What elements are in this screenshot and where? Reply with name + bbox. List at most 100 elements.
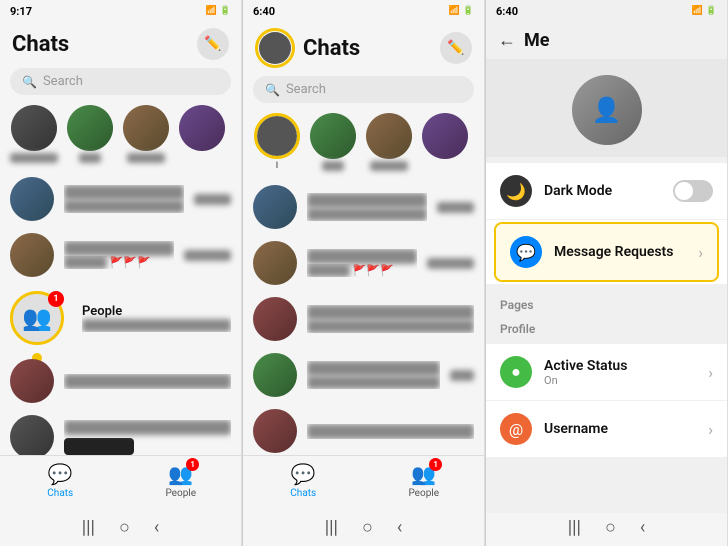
avatar-item[interactable]: JXNMNN4K bbox=[10, 105, 58, 163]
chat-avatar bbox=[253, 297, 297, 341]
people-highlight-circle: 👥 1 bbox=[10, 291, 64, 345]
home-btn-3[interactable]: ○ bbox=[605, 517, 616, 538]
me-title: Me bbox=[524, 30, 549, 51]
username-label: Username bbox=[544, 421, 696, 437]
menu-btn-1[interactable]: ||| bbox=[82, 517, 95, 538]
panel-2: 6:40 📶🔋 Chats ✏️ 🔍 Search I bbox=[243, 0, 485, 546]
menu-btn-3[interactable]: ||| bbox=[568, 517, 581, 538]
back-btn-1[interactable]: ‹ bbox=[154, 517, 159, 538]
home-btn-1[interactable]: ○ bbox=[119, 517, 130, 538]
status-bar-2: 6:40 📶🔋 bbox=[243, 0, 484, 22]
avatar-item[interactable]: I bbox=[253, 113, 301, 171]
page-title-1: Chats bbox=[12, 32, 69, 57]
chat-name: Moocan Dlycn bbox=[64, 185, 184, 200]
chat-item[interactable]: Jernnnl Wnlb bbox=[0, 353, 241, 409]
avatar-item[interactable]: MHHNN4 bbox=[122, 105, 170, 163]
search-bar-1[interactable]: 🔍 Search bbox=[10, 68, 231, 95]
chat-content: DBKEZZA WANNAK Your uney nnne bbox=[307, 361, 440, 389]
header-1: Chats ✏️ bbox=[0, 22, 241, 64]
avatar-item[interactable] bbox=[178, 105, 226, 163]
people-item[interactable]: 👥 1 People AK bbox=[0, 283, 241, 353]
edit-icon[interactable]: ✏️ bbox=[197, 28, 229, 60]
chat-meta: 11 BA.MM bbox=[184, 250, 231, 261]
chat-avatar bbox=[10, 177, 54, 221]
chat-item[interactable]: Jarnnlnh Dnnlnllo Jnrnnlnh 🚩🚩🚩 11 BA.MM bbox=[243, 235, 484, 291]
chat-avatar bbox=[253, 185, 297, 229]
people-text: People bbox=[82, 304, 231, 319]
back-arrow[interactable]: ← bbox=[498, 30, 516, 51]
chat-preview: You: I pod some... bbox=[307, 208, 427, 221]
page-title-2: Chats bbox=[303, 36, 360, 61]
nav-bar-3: ||| ○ ‹ bbox=[486, 513, 727, 546]
avatar-item[interactable] bbox=[421, 113, 469, 171]
username-text: Username bbox=[544, 421, 696, 437]
header-avatar-ring bbox=[255, 28, 295, 68]
time-1: 9:17 bbox=[10, 5, 32, 18]
pages-section-label: Pages bbox=[486, 290, 727, 314]
chat-item[interactable]: Moocan Dlycn You: I pod some... 1:01 PM bbox=[0, 171, 241, 227]
search-bar-2[interactable]: 🔍 Search bbox=[253, 76, 474, 103]
header-2: Chats ✏️ bbox=[243, 22, 484, 72]
chat-meta: 411'2 bbox=[450, 370, 474, 381]
people-nav-badge-2: 1 bbox=[429, 458, 442, 471]
people-icon: 👥 1 bbox=[168, 462, 193, 486]
avatar-3 bbox=[123, 105, 169, 151]
message-requests-item[interactable]: 💬 Message Requests › bbox=[494, 222, 719, 282]
header-icons-1: ✏️ bbox=[197, 28, 229, 60]
chat-item[interactable]: Jernnnl Wnlb bbox=[243, 403, 484, 455]
panel-3: 6:40 📶🔋 ← Me 👤 🌙 Dark Mode 💬 Message Re bbox=[486, 0, 728, 546]
nav-bar-1: ||| ○ ‹ bbox=[0, 513, 241, 546]
nav-people-label-2: People bbox=[408, 488, 439, 499]
nav-chats-label-1: Chats bbox=[47, 488, 73, 499]
chat-item[interactable]: Moocan Dlycn You: I pod some... 1:01 PM bbox=[243, 179, 484, 235]
nav-chats-2[interactable]: 💬 Chats bbox=[243, 462, 364, 499]
avatar-item[interactable]: TMIN bbox=[66, 105, 114, 163]
chat-content: Jarnnlnh Dnnlnllo Jnrnnlnh 🚩🚩🚩 bbox=[307, 249, 417, 277]
avatar-label-2: TMIN bbox=[79, 153, 101, 163]
people-sub: AK bbox=[82, 319, 231, 332]
username-icon: @ bbox=[500, 413, 532, 445]
chat-item[interactable]: Ucnlce Layder YUL 🔴 6UI bbox=[243, 291, 484, 347]
nav-people-2[interactable]: 👥 1 People bbox=[364, 462, 485, 499]
panel-1: 9:17 📶🔋 Chats ✏️ 🔍 Search JXNMNN4K TMIN … bbox=[0, 0, 242, 546]
active-status-label: Active Status bbox=[544, 358, 696, 374]
chat-list-1: Moocan Dlycn You: I pod some... 1:01 PM … bbox=[0, 171, 241, 455]
edit-icon-2[interactable]: ✏️ bbox=[440, 32, 472, 64]
avatar-item[interactable]: TMIN bbox=[309, 113, 357, 171]
chat-item[interactable]: Timothy Alnlt IRAP ARAY bbox=[0, 409, 241, 455]
avatar-r2 bbox=[310, 113, 356, 159]
chevron-right-icon-2: › bbox=[708, 363, 713, 382]
chat-avatar bbox=[253, 353, 297, 397]
chat-item[interactable]: DBKEZZA WANNAK Your uney nnne 411'2 bbox=[243, 347, 484, 403]
search-icon-1: 🔍 bbox=[22, 75, 37, 89]
avatar-label-3: MHHNN4 bbox=[127, 153, 166, 163]
active-status-item[interactable]: ● Active Status On › bbox=[486, 344, 727, 401]
back-btn-2[interactable]: ‹ bbox=[397, 517, 402, 538]
header-avatar-container bbox=[255, 28, 295, 68]
people-badge: 1 bbox=[48, 291, 64, 307]
avatar-item[interactable]: MHHNN4 bbox=[365, 113, 413, 171]
chat-list-2: Moocan Dlycn You: I pod some... 1:01 PM … bbox=[243, 179, 484, 455]
avatar-r4 bbox=[422, 113, 468, 159]
search-icon-2: 🔍 bbox=[265, 83, 280, 97]
chat-item[interactable]: Jarnnlnh Dnnlnllo Jnrnnlnh 🚩🚩🚩 11 BA.MM bbox=[0, 227, 241, 283]
nav-chats-1[interactable]: 💬 Chats bbox=[0, 462, 121, 499]
active-status-icon: ● bbox=[500, 356, 532, 388]
chat-avatar bbox=[10, 359, 54, 403]
username-item[interactable]: @ Username › bbox=[486, 401, 727, 458]
chat-avatar bbox=[10, 415, 54, 455]
chat-name: Moocan Dlycn bbox=[307, 193, 427, 208]
chat-name: Jernnnl Wnlb bbox=[307, 424, 474, 439]
chat-meta: 1:01 PM bbox=[437, 202, 474, 213]
me-avatar[interactable]: 👤 bbox=[572, 75, 642, 145]
dark-mode-toggle[interactable] bbox=[673, 180, 713, 202]
status-bar-1: 9:17 📶🔋 bbox=[0, 0, 241, 22]
menu-btn-2[interactable]: ||| bbox=[325, 517, 338, 538]
active-status-text: Active Status On bbox=[544, 358, 696, 387]
avatar-label-r3: MHHNN4 bbox=[370, 161, 409, 171]
dark-mode-item[interactable]: 🌙 Dark Mode bbox=[486, 163, 727, 220]
chats-icon-2: 💬 bbox=[291, 462, 316, 486]
nav-people-1[interactable]: 👥 1 People bbox=[121, 462, 242, 499]
home-btn-2[interactable]: ○ bbox=[362, 517, 373, 538]
back-btn-3[interactable]: ‹ bbox=[640, 517, 645, 538]
